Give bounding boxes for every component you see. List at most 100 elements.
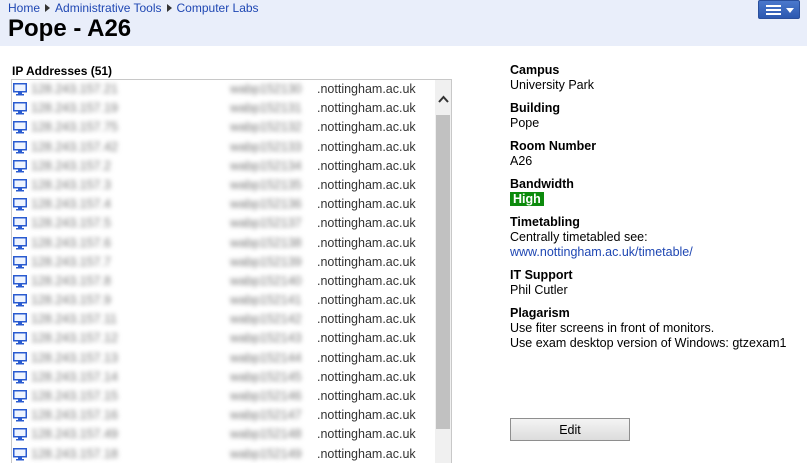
desktop-computer-icon	[13, 83, 27, 96]
desktop-computer-icon	[13, 274, 27, 288]
header-bar: Home Administrative Tools Computer Labs …	[0, 0, 807, 46]
bandwidth-section: Bandwidth High	[510, 177, 800, 207]
hostname-prefix: wabp152149	[230, 446, 302, 461]
ip-address-row[interactable]: 128.243.157.11 wabp152142 .nottingham.ac.u…	[12, 310, 436, 329]
ip-address: 128.243.157.4	[31, 197, 111, 212]
lab-details-panel: Campus University Park Building Pope Roo…	[510, 63, 800, 359]
hostname-prefix: wabp152138	[230, 235, 302, 250]
ip-address-row[interactable]: 128.243.157.16 wabp152147 .nottingham.ac.u…	[12, 406, 436, 425]
breadcrumb-home-link[interactable]: Home	[8, 1, 40, 15]
ip-address-row[interactable]: 128.243.157.12 wabp152143 .nottingham.ac.u…	[12, 329, 436, 348]
hostname-prefix: wabp152141	[230, 293, 302, 308]
ip-address-row[interactable]: 128.243.157.49 wabp152148 .nottingham.ac.u…	[12, 425, 436, 444]
hostname-prefix: wabp152134	[230, 158, 302, 173]
hostname-prefix: wabp152147	[230, 408, 302, 423]
hostname-prefix: wabp152132	[230, 120, 302, 135]
ip-address: 128.243.157.5	[31, 216, 111, 231]
ip-address-row[interactable]: 128.243.157.75 wabp152132 .nottingham.ac.u…	[12, 118, 436, 137]
ip-address: 128.243.157.12	[31, 331, 118, 346]
ip-address: 128.243.157.49	[31, 427, 118, 442]
desktop-computer-icon	[13, 255, 27, 269]
desktop-computer-icon	[13, 217, 27, 230]
campus-section: Campus University Park	[510, 63, 800, 93]
building-section: Building Pope	[510, 101, 800, 131]
ip-address-row[interactable]: 128.243.157.15 wabp152146 .nottingham.ac.u…	[12, 387, 436, 406]
ip-address-row[interactable]: 128.243.157.14 wabp152145 .nottingham.ac.u…	[12, 368, 436, 387]
ip-address-row[interactable]: 128.243.157.6 wabp152138 .nottingham.ac.uk	[12, 234, 436, 253]
ip-address-row[interactable]: 128.243.157.21 wabp152130 .nottingham.ac.u…	[12, 80, 436, 99]
hostname-domain: .nottingham.ac.uk	[317, 389, 416, 403]
desktop-computer-icon	[13, 370, 27, 384]
plagarism-section: Plagarism Use fiter screens in front of …	[510, 306, 800, 351]
bandwidth-label: Bandwidth	[510, 177, 574, 191]
hamburger-menu-icon	[766, 5, 781, 15]
campus-value: University Park	[510, 78, 595, 92]
breadcrumb-computer-labs-link[interactable]: Computer Labs	[177, 1, 259, 15]
timetabling-section: Timetabling Centrally timetabled see: ww…	[510, 215, 800, 260]
ip-address-row[interactable]: 128.243.157.42 wabp152133 .nottingham.ac.u…	[12, 138, 436, 157]
ip-address: 128.243.157.9	[31, 293, 111, 308]
desktop-computer-icon	[13, 409, 27, 422]
scrollbar[interactable]	[435, 80, 451, 463]
ip-address-row[interactable]: 128.243.157.5 wabp152137 .nottingham.ac.uk	[12, 214, 436, 233]
ip-address: 128.243.157.42	[31, 139, 118, 154]
timetabling-label: Timetabling	[510, 215, 580, 229]
ip-address-row[interactable]: 128.243.157.18 wabp152149 .nottingham.ac.u…	[12, 445, 436, 463]
hostname-prefix: wabp152135	[230, 177, 302, 192]
hostname-domain: .nottingham.ac.uk	[317, 408, 416, 423]
timetabling-text: Centrally timetabled see:	[510, 230, 648, 244]
desktop-computer-icon	[13, 198, 27, 211]
hostname-domain: .nottingham.ac.uk	[317, 293, 416, 308]
hostname-domain: .nottingham.ac.uk	[317, 158, 416, 173]
caret-down-icon	[786, 8, 794, 13]
hostname-domain: .nottingham.ac.uk	[317, 235, 416, 250]
ip-address-row[interactable]: 128.243.157.4 wabp152136 .nottingham.ac.uk	[12, 195, 436, 214]
ip-address: 128.243.157.2	[31, 158, 111, 173]
hostname-domain: .nottingham.ac.uk	[317, 197, 416, 212]
page-title: Pope - A26	[8, 15, 132, 42]
hostname-domain: .nottingham.ac.uk	[317, 369, 416, 384]
hostname-domain: .nottingham.ac.uk	[317, 120, 416, 135]
ip-address-row[interactable]: 128.243.157.8 wabp152140 .nottingham.ac.uk	[12, 272, 436, 291]
hostname-prefix: wabp152133	[230, 139, 302, 154]
desktop-computer-icon	[13, 294, 27, 307]
ip-address-row[interactable]: 128.243.157.9 wabp152141 .nottingham.ac.uk	[12, 291, 436, 310]
ip-address: 128.243.157.21	[31, 82, 118, 96]
menu-button[interactable]	[758, 0, 800, 19]
room-number-section: Room Number A26	[510, 139, 800, 169]
bandwidth-badge: High	[510, 192, 544, 206]
plagarism-label: Plagarism	[510, 306, 570, 320]
ip-address-row[interactable]: 128.243.157.2 wabp152134 .nottingham.ac.uk	[12, 157, 436, 176]
building-value: Pope	[510, 116, 540, 130]
ip-address-row[interactable]: 128.243.157.13 wabp152144 .nottingham.ac.u…	[12, 349, 436, 368]
ip-address: 128.243.157.16	[31, 408, 118, 423]
room-number-value: A26	[510, 154, 533, 168]
desktop-computer-icon	[13, 332, 27, 345]
edit-button[interactable]: Edit	[510, 418, 630, 441]
ip-address-row[interactable]: 128.243.157.7 wabp152139 .nottingham.ac.uk	[12, 253, 436, 272]
it-support-label: IT Support	[510, 268, 573, 282]
hostname-domain: .nottingham.ac.uk	[317, 427, 416, 442]
hostname-prefix: wabp152139	[230, 254, 302, 269]
timetable-link[interactable]: www.nottingham.ac.uk/timetable/	[510, 245, 693, 259]
hostname-domain: .nottingham.ac.uk	[317, 331, 416, 346]
ip-address: 128.243.157.14	[31, 369, 118, 384]
hostname-prefix: wabp152143	[230, 331, 302, 346]
breadcrumb: Home Administrative Tools Computer Labs	[8, 1, 259, 15]
ip-address: 128.243.157.19	[31, 101, 118, 116]
plagarism-line-1: Use fiter screens in front of monitors.	[510, 321, 715, 335]
ip-address-list-box: 128.243.157.21 wabp152130 .nottingham.ac.u…	[11, 79, 452, 463]
breadcrumb-admin-tools-link[interactable]: Administrative Tools	[55, 1, 162, 15]
desktop-computer-icon	[13, 159, 27, 173]
ip-address-row[interactable]: 128.243.157.19 wabp152131 .nottingham.ac.u…	[12, 99, 436, 118]
plagarism-line-2: Use exam desktop version of Windows: gtz…	[510, 336, 787, 350]
hostname-prefix: wabp152130	[230, 82, 302, 96]
desktop-computer-icon	[13, 178, 27, 192]
desktop-computer-icon	[13, 121, 27, 134]
ip-address-row[interactable]: 128.243.157.3 wabp152135 .nottingham.ac.uk	[12, 176, 436, 195]
scroll-up-button[interactable]	[435, 92, 451, 106]
hostname-domain: .nottingham.ac.uk	[317, 446, 416, 461]
it-support-value: Phil Cutler	[510, 283, 568, 297]
hostname-domain: .nottingham.ac.uk	[317, 177, 416, 192]
scrollbar-thumb[interactable]	[436, 115, 450, 429]
